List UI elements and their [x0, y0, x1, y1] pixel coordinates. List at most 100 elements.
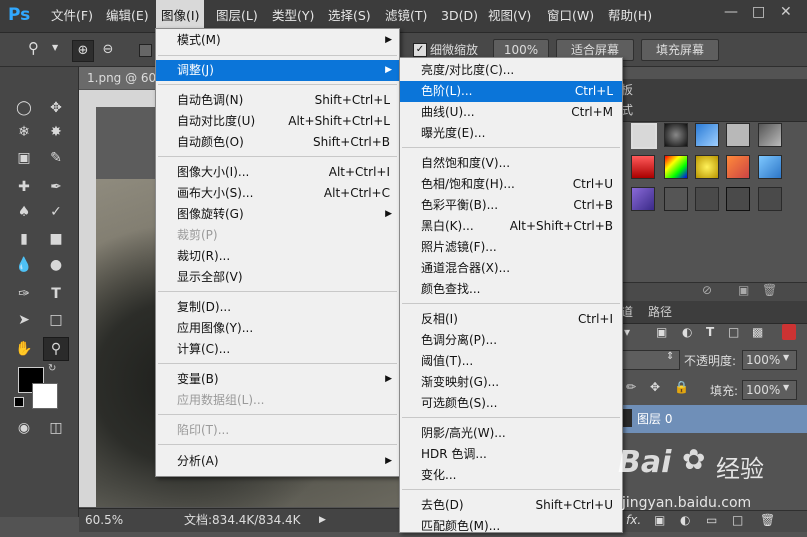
rectangle-tool-icon[interactable]: □ [44, 309, 68, 331]
eyedropper-tool-icon[interactable]: ✎ [44, 147, 68, 169]
type-tool-icon[interactable]: T [44, 283, 68, 305]
style-swatch[interactable] [631, 155, 655, 179]
minimize-icon[interactable]: — [724, 4, 738, 20]
close-icon[interactable]: ✕ [780, 4, 792, 20]
smart-object-filter-icon[interactable]: ▩ [752, 325, 763, 339]
maximize-icon[interactable]: □ [752, 4, 765, 20]
zoom-out-icon[interactable]: ⊖ [98, 40, 118, 60]
document-tab[interactable]: 1.png @ 60. [79, 67, 165, 89]
history-brush-tool-icon[interactable]: ✓ [44, 201, 68, 223]
scrubby-zoom-checkbox[interactable]: ✓ [413, 43, 427, 57]
menu-item-photo-filter[interactable]: 照片滤镜(F)... [400, 237, 622, 258]
clone-stamp-tool-icon[interactable]: ♠ [12, 201, 36, 223]
menu-item-variables[interactable]: 变量(B) ▶ [156, 369, 399, 390]
style-swatch[interactable] [695, 155, 719, 179]
menu-edit[interactable]: 编辑(E) [101, 0, 154, 32]
delete-style-icon[interactable]: 🗑 [762, 283, 777, 297]
menu-item-image-size[interactable]: 图像大小(I)... Alt+Ctrl+I [156, 162, 399, 183]
style-swatch[interactable] [695, 187, 719, 211]
menu-item-exposure[interactable]: 曝光度(E)... [400, 123, 622, 144]
menu-item-levels[interactable]: 色阶(L)... Ctrl+L [400, 81, 622, 102]
style-swatch[interactable] [631, 187, 655, 211]
menu-item-adjustments[interactable]: 调整(J) ▶ [156, 60, 399, 81]
fill-chevron-down-icon[interactable]: ▼ [783, 383, 789, 392]
menu-item-desaturate[interactable]: 去色(D) Shift+Ctrl+U [400, 495, 622, 516]
resize-windows-checkbox[interactable] [139, 44, 152, 57]
paths-tab[interactable]: 路径 [648, 301, 672, 323]
blend-mode-select[interactable]: ⇕ [620, 350, 680, 370]
style-swatch[interactable] [695, 123, 719, 147]
menu-item-posterize[interactable]: 色调分离(P)... [400, 330, 622, 351]
menu-help[interactable]: 帮助(H) [603, 0, 657, 32]
default-colors-icon[interactable] [14, 397, 24, 407]
screen-mode-icon[interactable]: ◫ [44, 417, 68, 439]
style-swatch[interactable] [758, 155, 782, 179]
layer-row[interactable]: 图层 0 [620, 405, 807, 433]
menu-item-calculations[interactable]: 计算(C)... [156, 339, 399, 360]
style-swatch[interactable] [758, 123, 782, 147]
filter-toggle-icon[interactable] [782, 324, 796, 340]
zoom-in-icon[interactable]: ⊕ [72, 40, 94, 62]
healing-brush-tool-icon[interactable]: ✚ [12, 176, 36, 198]
menu-item-canvas-size[interactable]: 画布大小(S)... Alt+Ctrl+C [156, 183, 399, 204]
lasso-tool-icon[interactable]: ❄ [12, 121, 36, 143]
style-swatch[interactable] [664, 155, 688, 179]
menu-item-black-white[interactable]: 黑白(K)... Alt+Shift+Ctrl+B [400, 216, 622, 237]
menu-item-match-color[interactable]: 匹配颜色(M)... [400, 516, 622, 537]
magic-wand-tool-icon[interactable]: ✸ [44, 121, 68, 143]
clear-style-icon[interactable]: ⊘ [702, 283, 712, 297]
swap-colors-icon[interactable]: ↻ [48, 363, 56, 374]
menu-item-color-lookup[interactable]: 颜色查找... [400, 279, 622, 300]
menu-item-hdr-toning[interactable]: HDR 色调... [400, 444, 622, 465]
gradient-tool-icon[interactable]: ■ [44, 228, 68, 250]
eraser-tool-icon[interactable]: ▮ [12, 228, 36, 250]
menu-item-mode[interactable]: 模式(M) ▶ [156, 30, 399, 51]
tool-preset-chevron-down-icon[interactable]: ▼ [52, 43, 58, 52]
opacity-chevron-down-icon[interactable]: ▼ [783, 353, 789, 362]
menu-item-color-balance[interactable]: 色彩平衡(B)... Ctrl+B [400, 195, 622, 216]
style-swatch[interactable] [664, 187, 688, 211]
zoom-level[interactable]: 60.5% [85, 509, 123, 531]
adjustment-filter-icon[interactable]: ◐ [682, 325, 692, 339]
menu-item-invert[interactable]: 反相(I) Ctrl+I [400, 309, 622, 330]
layer-name[interactable]: 图层 0 [637, 410, 672, 427]
status-menu-chevron-icon[interactable]: ▶ [319, 509, 326, 531]
zoom-tool-icon[interactable]: ⚲ [43, 337, 69, 361]
menu-item-apply-image[interactable]: 应用图像(Y)... [156, 318, 399, 339]
quick-mask-icon[interactable]: ◉ [12, 417, 36, 439]
zoom-tool-icon[interactable]: ⚲ [28, 39, 39, 57]
lock-move-icon[interactable]: ✥ [650, 380, 660, 394]
crop-tool-icon[interactable]: ▣ [12, 147, 36, 169]
style-swatch[interactable] [726, 187, 750, 211]
lock-all-icon[interactable]: 🔒 [674, 380, 689, 394]
new-style-icon[interactable]: ▣ [738, 283, 749, 297]
menu-item-auto-tone[interactable]: 自动色调(N) Shift+Ctrl+L [156, 90, 399, 111]
menu-item-image-rotation[interactable]: 图像旋转(G) ▶ [156, 204, 399, 225]
pen-tool-icon[interactable]: ✑ [12, 283, 36, 305]
menu-3d[interactable]: 3D(D) [436, 0, 483, 32]
menu-item-vibrance[interactable]: 自然饱和度(V)... [400, 153, 622, 174]
menu-window[interactable]: 窗口(W) [542, 0, 599, 32]
marquee-tool-icon[interactable]: ◯ [12, 97, 36, 119]
brush-tool-icon[interactable]: ✒ [44, 176, 68, 198]
hand-tool-icon[interactable]: ✋ [12, 338, 36, 360]
menu-item-reveal-all[interactable]: 显示全部(V) [156, 267, 399, 288]
filter-kind-chevron-icon[interactable]: ▾ [624, 325, 630, 339]
menu-item-selective-color[interactable]: 可选颜色(S)... [400, 393, 622, 414]
style-swatch[interactable] [664, 123, 688, 147]
menu-item-curves[interactable]: 曲线(U)... Ctrl+M [400, 102, 622, 123]
menu-item-hue-saturation[interactable]: 色相/饱和度(H)... Ctrl+U [400, 174, 622, 195]
menu-item-auto-contrast[interactable]: 自动对比度(U) Alt+Shift+Ctrl+L [156, 111, 399, 132]
type-filter-icon[interactable]: T [706, 325, 714, 339]
menu-item-analysis[interactable]: 分析(A) ▶ [156, 451, 399, 472]
menu-item-duplicate[interactable]: 复制(D)... [156, 297, 399, 318]
move-tool-icon[interactable]: ✥ [44, 97, 68, 119]
style-swatch[interactable] [726, 155, 750, 179]
path-selection-tool-icon[interactable]: ➤ [12, 309, 36, 331]
style-swatch[interactable] [631, 123, 657, 149]
menu-item-variations[interactable]: 变化... [400, 465, 622, 486]
style-swatch[interactable] [726, 123, 750, 147]
pixel-filter-icon[interactable]: ▣ [656, 325, 667, 339]
menu-item-brightness-contrast[interactable]: 亮度/对比度(C)... [400, 60, 622, 81]
fill-screen-button[interactable]: 填充屏幕 [641, 39, 719, 61]
